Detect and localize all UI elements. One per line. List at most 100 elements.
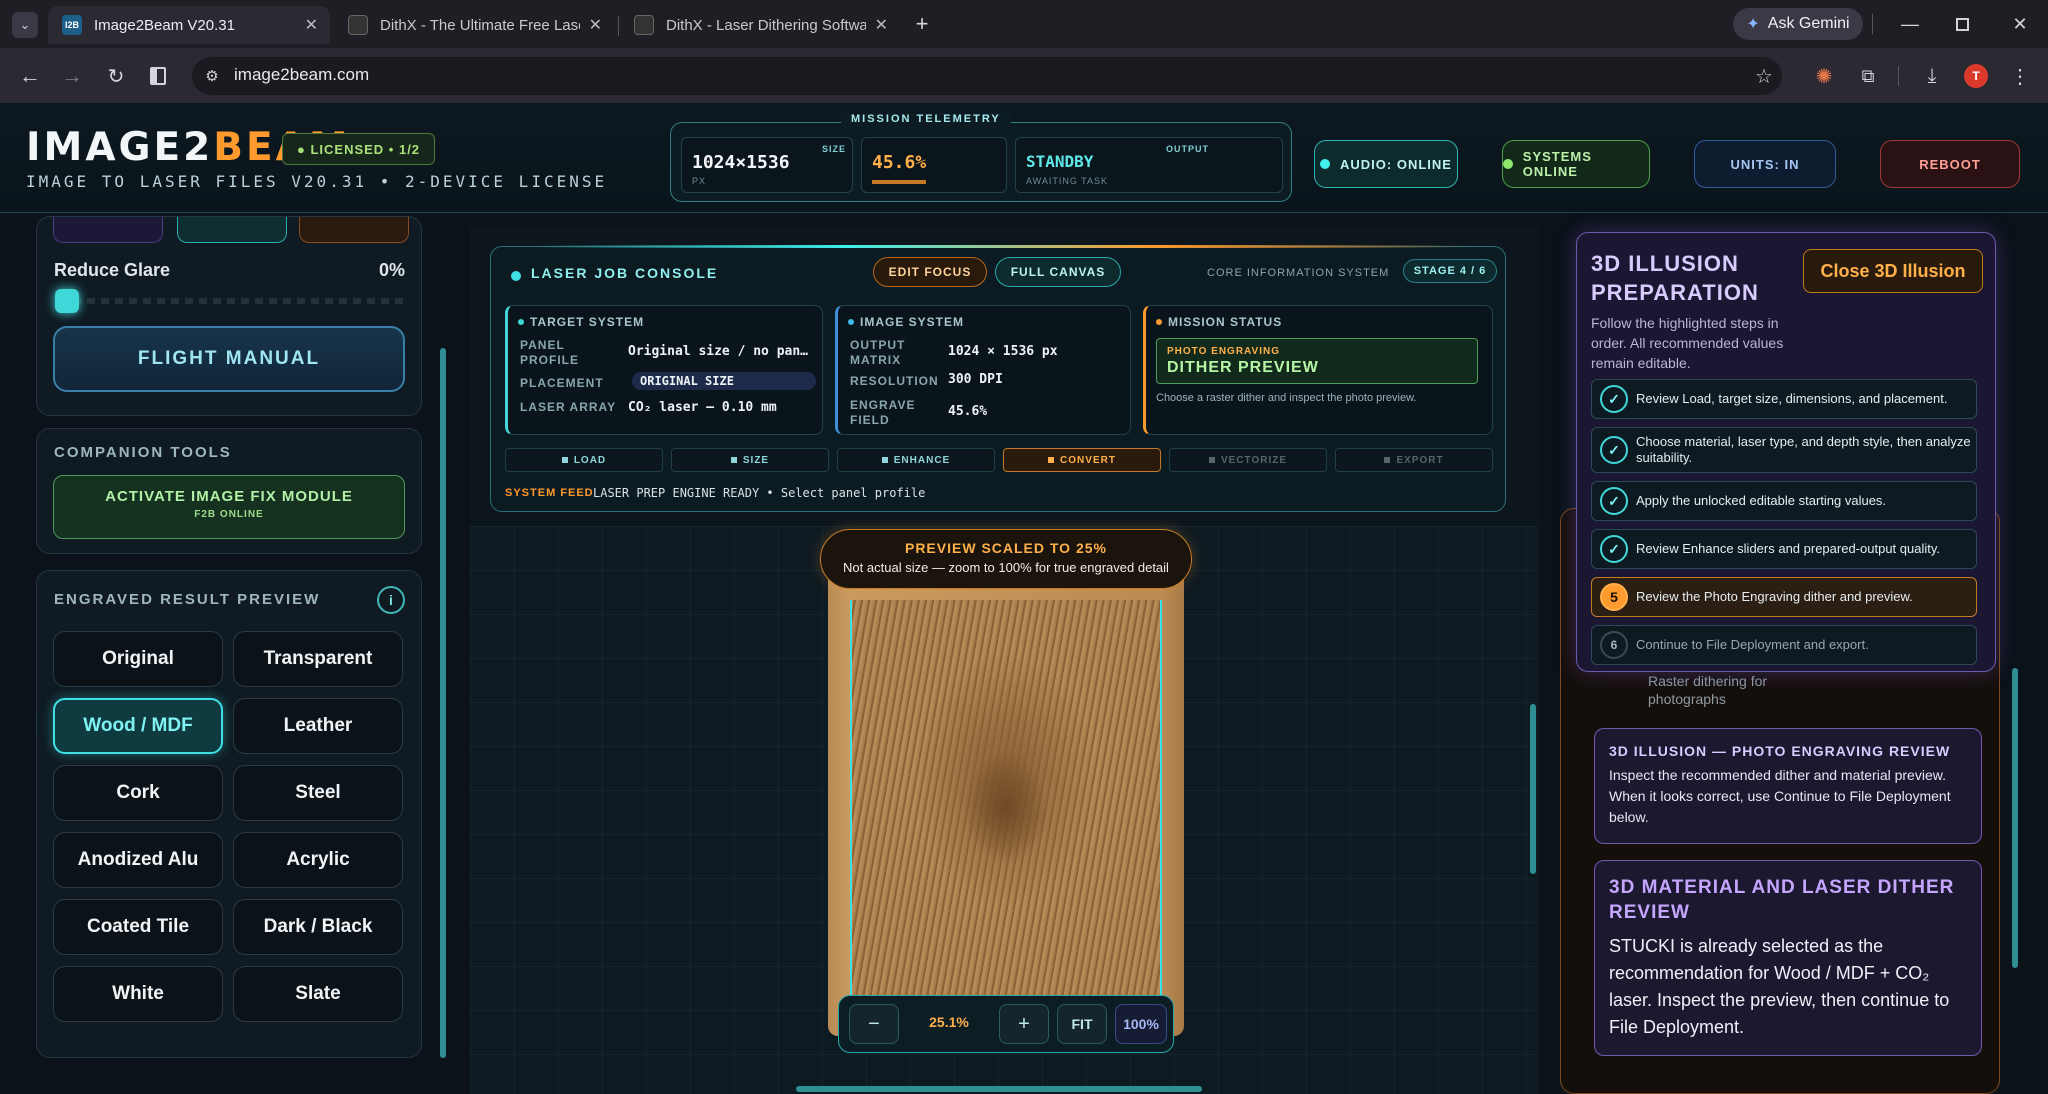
- step-6[interactable]: 6 Continue to File Deployment and export.: [1591, 625, 1977, 665]
- material-cork[interactable]: Cork: [53, 765, 223, 821]
- core-info-label: CORE INFORMATION SYSTEM: [1207, 267, 1390, 279]
- stage-indicator-icon: [561, 457, 568, 463]
- material-white[interactable]: White: [53, 966, 223, 1022]
- 3d-illusion-overlay: 3D ILLUSION PREPARATION Close 3D Illusio…: [1576, 232, 1996, 672]
- check-icon: ✓: [1600, 385, 1628, 413]
- tab-divider: [618, 16, 619, 36]
- close-icon[interactable]: ✕: [589, 15, 602, 35]
- zoom-in-button[interactable]: +: [999, 1004, 1049, 1044]
- maximize-icon[interactable]: [1948, 10, 1976, 38]
- reload-icon[interactable]: ↻: [100, 60, 132, 92]
- panel-profile-value[interactable]: Original size / no pan…: [628, 344, 814, 359]
- option-chip-teal[interactable]: [177, 217, 287, 243]
- preview-scale-banner: PREVIEW SCALED TO 25% Not actual size — …: [820, 529, 1192, 589]
- engraving-preview-image[interactable]: [828, 566, 1184, 1036]
- tab-title: Image2Beam V20.31: [94, 16, 235, 34]
- stage-label: EXPORT: [1396, 454, 1444, 466]
- menu-kebab-icon[interactable]: ⋮: [2004, 60, 2036, 92]
- address-bar[interactable]: [192, 57, 1782, 95]
- zoom-100-button[interactable]: 100%: [1115, 1004, 1167, 1044]
- flight-manual-button[interactable]: FLIGHT MANUAL: [53, 326, 405, 392]
- image2beam-app: IMAGE2BEAM ● LICENSED • 1/2 IMAGE TO LAS…: [0, 103, 2048, 1094]
- units-button[interactable]: UNITS: IN: [1694, 140, 1836, 188]
- split-view-icon[interactable]: [144, 62, 172, 90]
- material-original[interactable]: Original: [53, 631, 223, 687]
- step-5-active[interactable]: 5 Review the Photo Engraving dither and p…: [1591, 577, 1977, 617]
- image-system-panel: IMAGE SYSTEM OUTPUT MATRIX 1024 × 1536 p…: [835, 305, 1131, 435]
- check-icon: ✓: [1600, 535, 1628, 563]
- glare-card: Reduce Glare 0% FLIGHT MANUAL: [36, 216, 422, 416]
- companion-tools-title: COMPANION TOOLS: [54, 444, 232, 461]
- canvas-horizontal-scrollbar[interactable]: [796, 1086, 1202, 1092]
- extensions-puzzle-icon[interactable]: ⧉: [1852, 60, 1884, 92]
- close-icon[interactable]: ✕: [875, 15, 888, 35]
- site-info-icon[interactable]: ⚙: [198, 62, 226, 90]
- stage-label: SIZE: [742, 454, 770, 466]
- left-scrollbar[interactable]: [440, 348, 446, 1058]
- stage-label: LOAD: [573, 454, 607, 466]
- preview-canvas[interactable]: PREVIEW SCALED TO 25% Not actual size — …: [470, 526, 1538, 1094]
- status-dot-icon: [518, 319, 524, 325]
- material-steel[interactable]: Steel: [233, 765, 403, 821]
- divider: [1898, 66, 1899, 86]
- fit-button[interactable]: FIT: [1057, 1004, 1107, 1044]
- console-title: LASER JOB CONSOLE: [531, 265, 719, 281]
- ask-gemini-button[interactable]: ✦ Ask Gemini: [1733, 8, 1863, 40]
- tab-title: DithX - Laser Dithering Software: [666, 16, 866, 34]
- stage-size[interactable]: SIZE: [671, 448, 829, 472]
- profile-avatar[interactable]: T: [1964, 64, 1988, 88]
- slider-thumb[interactable]: [55, 289, 79, 313]
- back-icon[interactable]: ←: [14, 60, 46, 92]
- close-window-icon[interactable]: ✕: [2006, 10, 2034, 38]
- reboot-button[interactable]: REBOOT: [1880, 140, 2020, 188]
- stage-export[interactable]: EXPORT: [1335, 448, 1493, 472]
- full-canvas-button[interactable]: FULL CANVAS: [995, 257, 1121, 287]
- material-wood-mdf[interactable]: Wood / MDF: [53, 698, 223, 754]
- step-4[interactable]: ✓ Review Enhance sliders and prepared-out…: [1591, 529, 1977, 569]
- option-chip-purple[interactable]: [53, 217, 163, 243]
- stage-convert[interactable]: CONVERT: [1003, 448, 1161, 472]
- downloads-icon[interactable]: ⤓: [1916, 60, 1948, 92]
- material-leather[interactable]: Leather: [233, 698, 403, 754]
- audio-status-button[interactable]: AUDIO: ONLINE: [1314, 140, 1458, 188]
- material-slate[interactable]: Slate: [233, 966, 403, 1022]
- material-anodized-alu[interactable]: Anodized Alu: [53, 832, 223, 888]
- left-panel: Reduce Glare 0% FLIGHT MANUAL COMPANION …: [36, 216, 446, 1094]
- minimize-icon[interactable]: —: [1896, 10, 1924, 38]
- tab-dithx-software[interactable]: DithX - Laser Dithering Software ✕: [620, 6, 900, 44]
- option-chip-orange[interactable]: [299, 217, 409, 243]
- step-1[interactable]: ✓ Review Load, target size, dimensions, a…: [1591, 379, 1977, 419]
- reduce-glare-slider[interactable]: [59, 298, 407, 304]
- material-dark-black[interactable]: Dark / Black: [233, 899, 403, 955]
- tab-search-icon[interactable]: ⌄: [12, 12, 38, 38]
- stage-enhance[interactable]: ENHANCE: [837, 448, 995, 472]
- placement-value[interactable]: ORIGINAL SIZE: [632, 372, 816, 390]
- material-coated-tile[interactable]: Coated Tile: [53, 899, 223, 955]
- dithx-favicon-icon: [348, 15, 368, 35]
- systems-status-button[interactable]: SYSTEMS ONLINE: [1502, 140, 1650, 188]
- info-icon[interactable]: i: [377, 586, 405, 614]
- edit-focus-button[interactable]: EDIT FOCUS: [873, 257, 987, 287]
- laser-array-value[interactable]: CO₂ laser — 0.10 mm: [628, 400, 818, 415]
- laser-job-console: LASER JOB CONSOLE EDIT FOCUS FULL CANVAS…: [490, 245, 1506, 512]
- activate-image-fix-button[interactable]: ACTIVATE IMAGE FIX MODULE F2B ONLINE: [53, 475, 405, 539]
- close-3d-illusion-button[interactable]: Close 3D Illusion: [1803, 249, 1983, 293]
- forward-icon[interactable]: →: [56, 60, 88, 92]
- close-icon[interactable]: ✕: [305, 15, 318, 35]
- tab-dithx-ultimate[interactable]: DithX - The Ultimate Free Laser ✕: [334, 6, 614, 44]
- new-tab-icon[interactable]: +: [908, 10, 936, 38]
- material-acrylic[interactable]: Acrylic: [233, 832, 403, 888]
- extension-claude-icon[interactable]: ✺: [1808, 60, 1840, 92]
- tab-image2beam[interactable]: I2B Image2Beam V20.31 ✕: [48, 6, 330, 44]
- right-scrollbar[interactable]: [2012, 668, 2018, 968]
- stage-load[interactable]: LOAD: [505, 448, 663, 472]
- step-3[interactable]: ✓ Apply the unlocked editable starting va…: [1591, 481, 1977, 521]
- url-text[interactable]: image2beam.com: [234, 65, 369, 85]
- bookmark-star-icon[interactable]: ☆: [1748, 60, 1780, 92]
- gemini-sparkle-icon: ✦: [1746, 16, 1760, 33]
- step-2[interactable]: ✓ Choose material, laser type, and depth …: [1591, 427, 1977, 473]
- canvas-vertical-scrollbar[interactable]: [1530, 704, 1536, 874]
- zoom-out-button[interactable]: −: [849, 1004, 899, 1044]
- material-transparent[interactable]: Transparent: [233, 631, 403, 687]
- stage-vectorize[interactable]: VECTORIZE: [1169, 448, 1327, 472]
